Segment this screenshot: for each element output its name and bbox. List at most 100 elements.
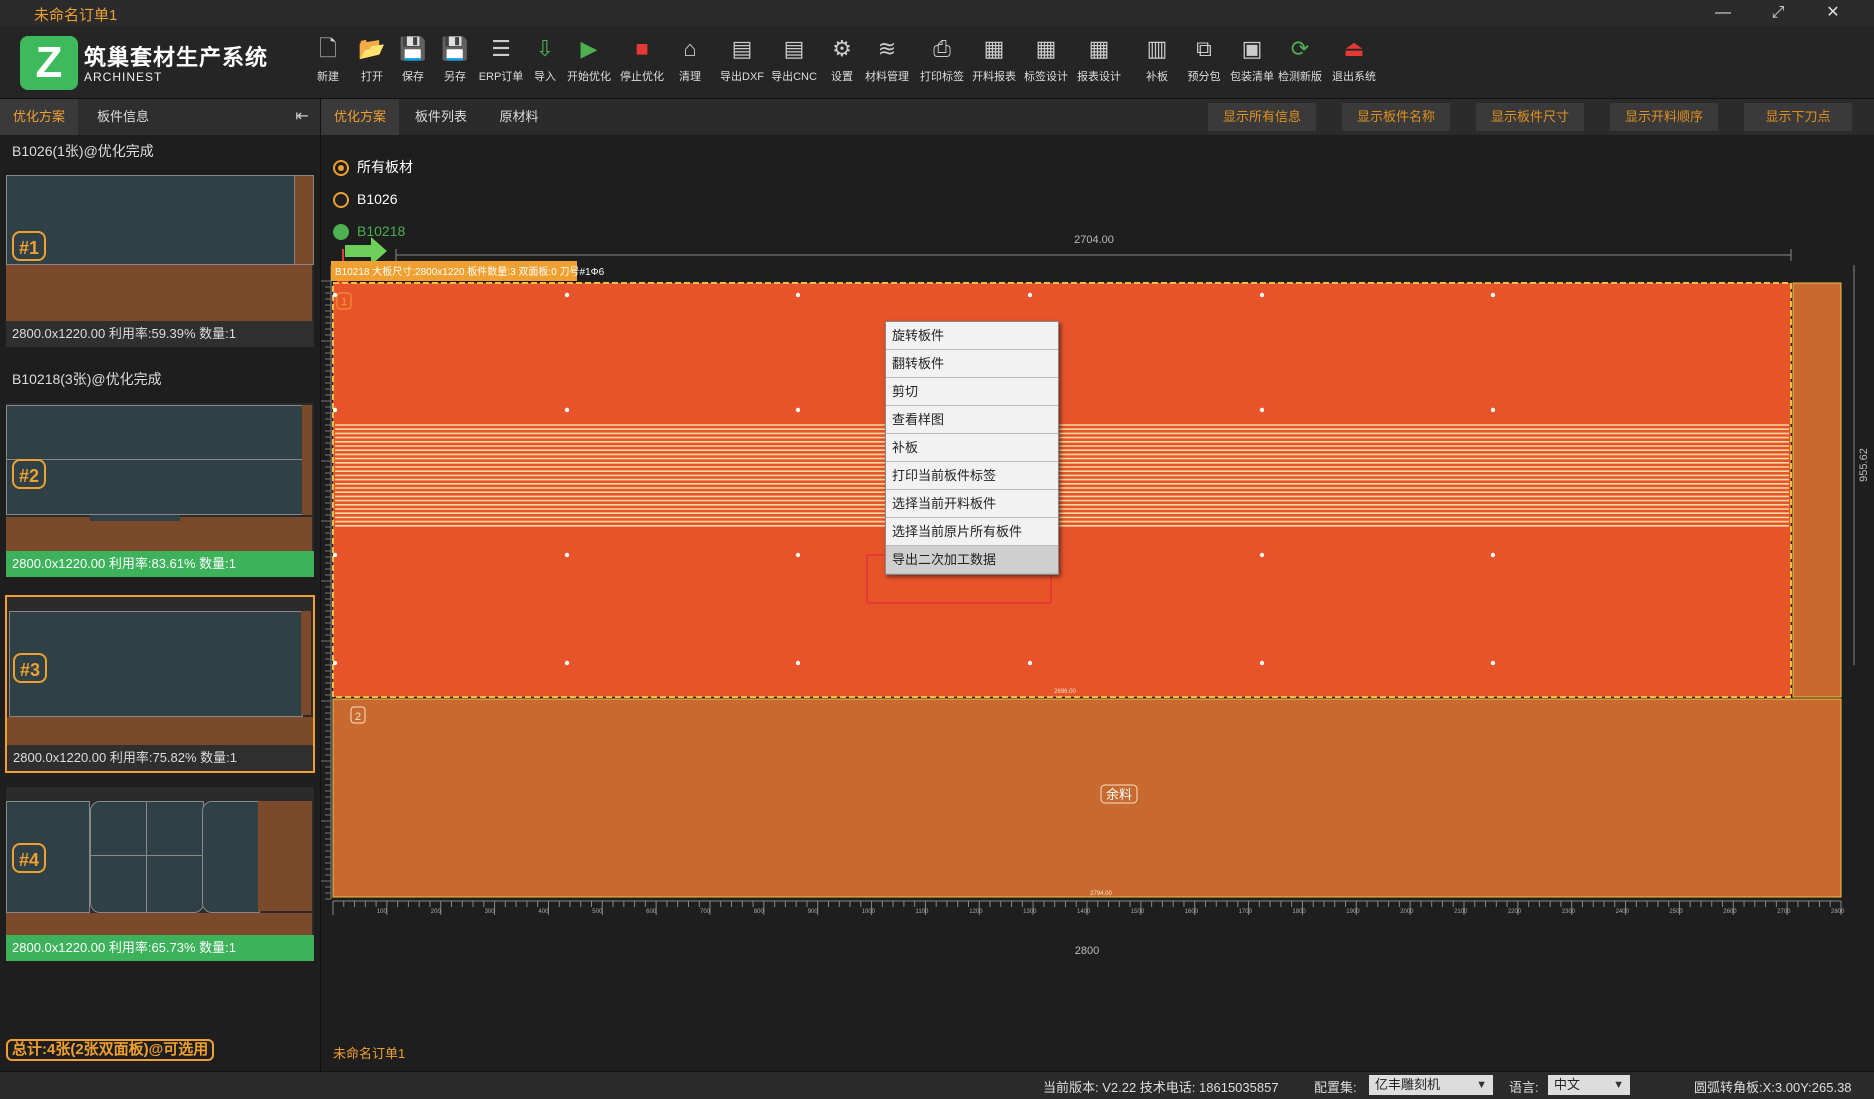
ruler-tick-label: 400: [538, 909, 549, 915]
toolbar-button-dxf[interactable]: ▤ 导出DXF: [718, 30, 766, 94]
save-icon: 💾: [399, 36, 427, 61]
ruler-tick-label: 200: [431, 909, 442, 915]
toolbar-button-broom[interactable]: ⌂ 清理: [666, 30, 714, 94]
package-list-icon: ▣: [1241, 36, 1263, 61]
gear-icon: ⚙: [832, 36, 852, 61]
context-menu-item[interactable]: 打印当前板件标签: [886, 462, 1058, 490]
ruler-tick-label: 700: [700, 909, 711, 915]
ruler-tick-label: 300: [485, 909, 496, 915]
cnc-icon: ▤: [783, 36, 805, 61]
toolbar-button-report-design[interactable]: ▦ 报表设计: [1075, 30, 1123, 94]
show-part-size-button[interactable]: 显示板件尺寸: [1476, 103, 1584, 131]
minimize-button[interactable]: —: [1703, 2, 1743, 24]
toolbar-button-import-xml[interactable]: ⇩ 导入: [521, 30, 569, 94]
context-menu-item[interactable]: 补板: [886, 434, 1058, 462]
side-remnant: [1792, 282, 1842, 698]
ruler-tick-label: 100: [377, 909, 388, 915]
toolbar-button-new-file[interactable]: 🗋 新建: [304, 30, 352, 94]
sheet-thumbnail-4[interactable]: #4 2800.0x1220.00 利用率:65.73% 数量:1: [6, 787, 314, 961]
nesting-canvas[interactable]: 2704.00 955.62 1220 B10218 大板尺寸:2800x122…: [321, 135, 1874, 1071]
context-menu-item[interactable]: 翻转板件: [886, 350, 1058, 378]
toolbar-button-layers[interactable]: ≋ 材料管理: [863, 30, 911, 94]
toolbar-button-play[interactable]: ▶ 开始优化: [565, 30, 613, 94]
toolbar-label: 退出系统: [1332, 71, 1376, 83]
ruler-tick-label: 1200: [969, 909, 983, 915]
sheet-thumbnail-2[interactable]: #2 2800.0x1220.00 利用率:83.61% 数量:1: [6, 403, 314, 577]
context-menu-item[interactable]: 选择当前开料板件: [886, 490, 1058, 518]
context-menu-item[interactable]: 导出二次加工数据: [886, 546, 1058, 574]
ruler-tick-label: 2800: [1831, 909, 1845, 915]
sheet-preview: #3: [7, 597, 313, 745]
toolbar-button-report[interactable]: ▦ 开料报表: [970, 30, 1018, 94]
toolbar-button-update[interactable]: ⟳ 检测新版: [1276, 30, 1324, 94]
context-menu-item[interactable]: 剪切: [886, 378, 1058, 406]
close-button[interactable]: ✕: [1813, 2, 1853, 24]
context-menu-item[interactable]: 选择当前原片所有板件: [886, 518, 1058, 546]
patch-board-icon: ▥: [1146, 36, 1168, 61]
tab-optimization[interactable]: 优化方案: [0, 99, 78, 135]
config-select[interactable]: 亿丰雕刻机 ▼: [1369, 1075, 1493, 1095]
ruler-tick-label: 1800: [1292, 909, 1306, 915]
context-menu-item[interactable]: 旋转板件: [886, 322, 1058, 350]
part-1[interactable]: [332, 282, 1792, 698]
toolbar-label: 标签设计: [1024, 71, 1068, 83]
chevron-down-icon: ▼: [1476, 1079, 1487, 1091]
toolbar-button-package-list[interactable]: ▣ 包装清单: [1228, 30, 1276, 94]
toolbar-button-save[interactable]: 💾 保存: [389, 30, 437, 94]
sheet-thumbnail-3[interactable]: #3 2800.0x1220.00 利用率:75.82% 数量:1: [5, 595, 315, 773]
brand-name-en: ARCHINEST: [84, 70, 163, 84]
context-menu-item[interactable]: 查看样图: [886, 406, 1058, 434]
sheet-badge: #3: [13, 653, 47, 683]
window-title: 未命名订单1: [34, 7, 118, 24]
toolbar-label: 保存: [402, 71, 424, 83]
show-plunge-point-button[interactable]: 显示下刀点: [1744, 103, 1852, 131]
collapse-panel-icon[interactable]: ⇤: [284, 99, 320, 135]
toolbar-button-stop[interactable]: ■ 停止优化: [618, 30, 666, 94]
sheet-thumbnail-1[interactable]: #1 2800.0x1220.00 利用率:59.39% 数量:1: [6, 175, 314, 347]
version-info: 当前版本: V2.22 技术电话: 18615035857: [1043, 1080, 1279, 1095]
show-part-name-button[interactable]: 显示板件名称: [1342, 103, 1450, 131]
toolbar-label: 预分包: [1187, 71, 1221, 83]
ruler-tick-label: 1100: [915, 909, 929, 915]
label-design-icon: ▦: [1035, 36, 1057, 61]
tab-optimization-main[interactable]: 优化方案: [321, 99, 399, 135]
toolbar-button-save-as[interactable]: 💾 另存: [431, 30, 479, 94]
tab-part-list[interactable]: 板件列表: [401, 99, 481, 135]
printer-icon: ⎙: [933, 36, 951, 61]
toolbar-button-pre-package[interactable]: ⧉ 预分包: [1180, 30, 1228, 94]
inner-dimension-bottom: 2794.00: [1090, 891, 1112, 897]
toolbar-button-exit[interactable]: ⏏ 退出系统: [1330, 30, 1378, 94]
ruler-tick-label: 600: [646, 909, 657, 915]
part-2-remnant[interactable]: [332, 698, 1842, 898]
ruler-tick-label: 1500: [1131, 909, 1145, 915]
sheet-caption: 2800.0x1220.00 利用率:83.61% 数量:1: [6, 551, 314, 577]
update-icon: ⟳: [1290, 36, 1310, 61]
toolbar-label: 另存: [444, 71, 466, 83]
tab-raw-material[interactable]: 原材料: [483, 99, 555, 135]
tab-part-info[interactable]: 板件信息: [80, 99, 166, 135]
dxf-icon: ▤: [731, 36, 753, 61]
show-all-info-button[interactable]: 显示所有信息: [1208, 103, 1316, 131]
sheet-caption: 2800.0x1220.00 利用率:75.82% 数量:1: [7, 745, 313, 771]
restore-button[interactable]: ⤢: [1758, 2, 1798, 24]
show-cut-order-button[interactable]: 显示开料顺序: [1610, 103, 1718, 131]
play-icon: ▶: [580, 36, 598, 61]
toolbar-label: 导入: [534, 71, 556, 83]
toolbar-label: 包装清单: [1230, 71, 1274, 83]
toolbar-button-gear[interactable]: ⚙ 设置: [818, 30, 866, 94]
main-panel: 优化方案 板件列表 原材料 显示所有信息 显示板件名称 显示板件尺寸 显示开料顺…: [321, 99, 1874, 1071]
sheet-caption: 2800.0x1220.00 利用率:65.73% 数量:1: [6, 935, 314, 961]
toolbar-button-patch-board[interactable]: ▥ 补板: [1133, 30, 1181, 94]
ruler-tick-label: 2200: [1508, 909, 1522, 915]
ruler-tick-label: 1600: [1185, 909, 1199, 915]
right-dimension: 955.62: [1858, 448, 1870, 482]
brand-name: 筑巢套材生产系统: [84, 45, 269, 70]
toolbar-button-label-design[interactable]: ▦ 标签设计: [1022, 30, 1070, 94]
toolbar-button-cnc[interactable]: ▤ 导出CNC: [770, 30, 818, 94]
toolbar-button-erp-order[interactable]: ☰ ERP订单: [477, 30, 525, 94]
toolbar-button-printer[interactable]: ⎙ 打印标签: [918, 30, 966, 94]
language-select[interactable]: 中文 ▼: [1548, 1075, 1630, 1095]
context-menu: 旋转板件 翻转板件 剪切 查看样图 补板 打印当前板件标签 选择当前开料板件 选择当前原片所有…: [885, 321, 1059, 575]
open-folder-icon: 📂: [358, 36, 386, 61]
inner-dimension-top: 2696.00: [1054, 689, 1076, 695]
